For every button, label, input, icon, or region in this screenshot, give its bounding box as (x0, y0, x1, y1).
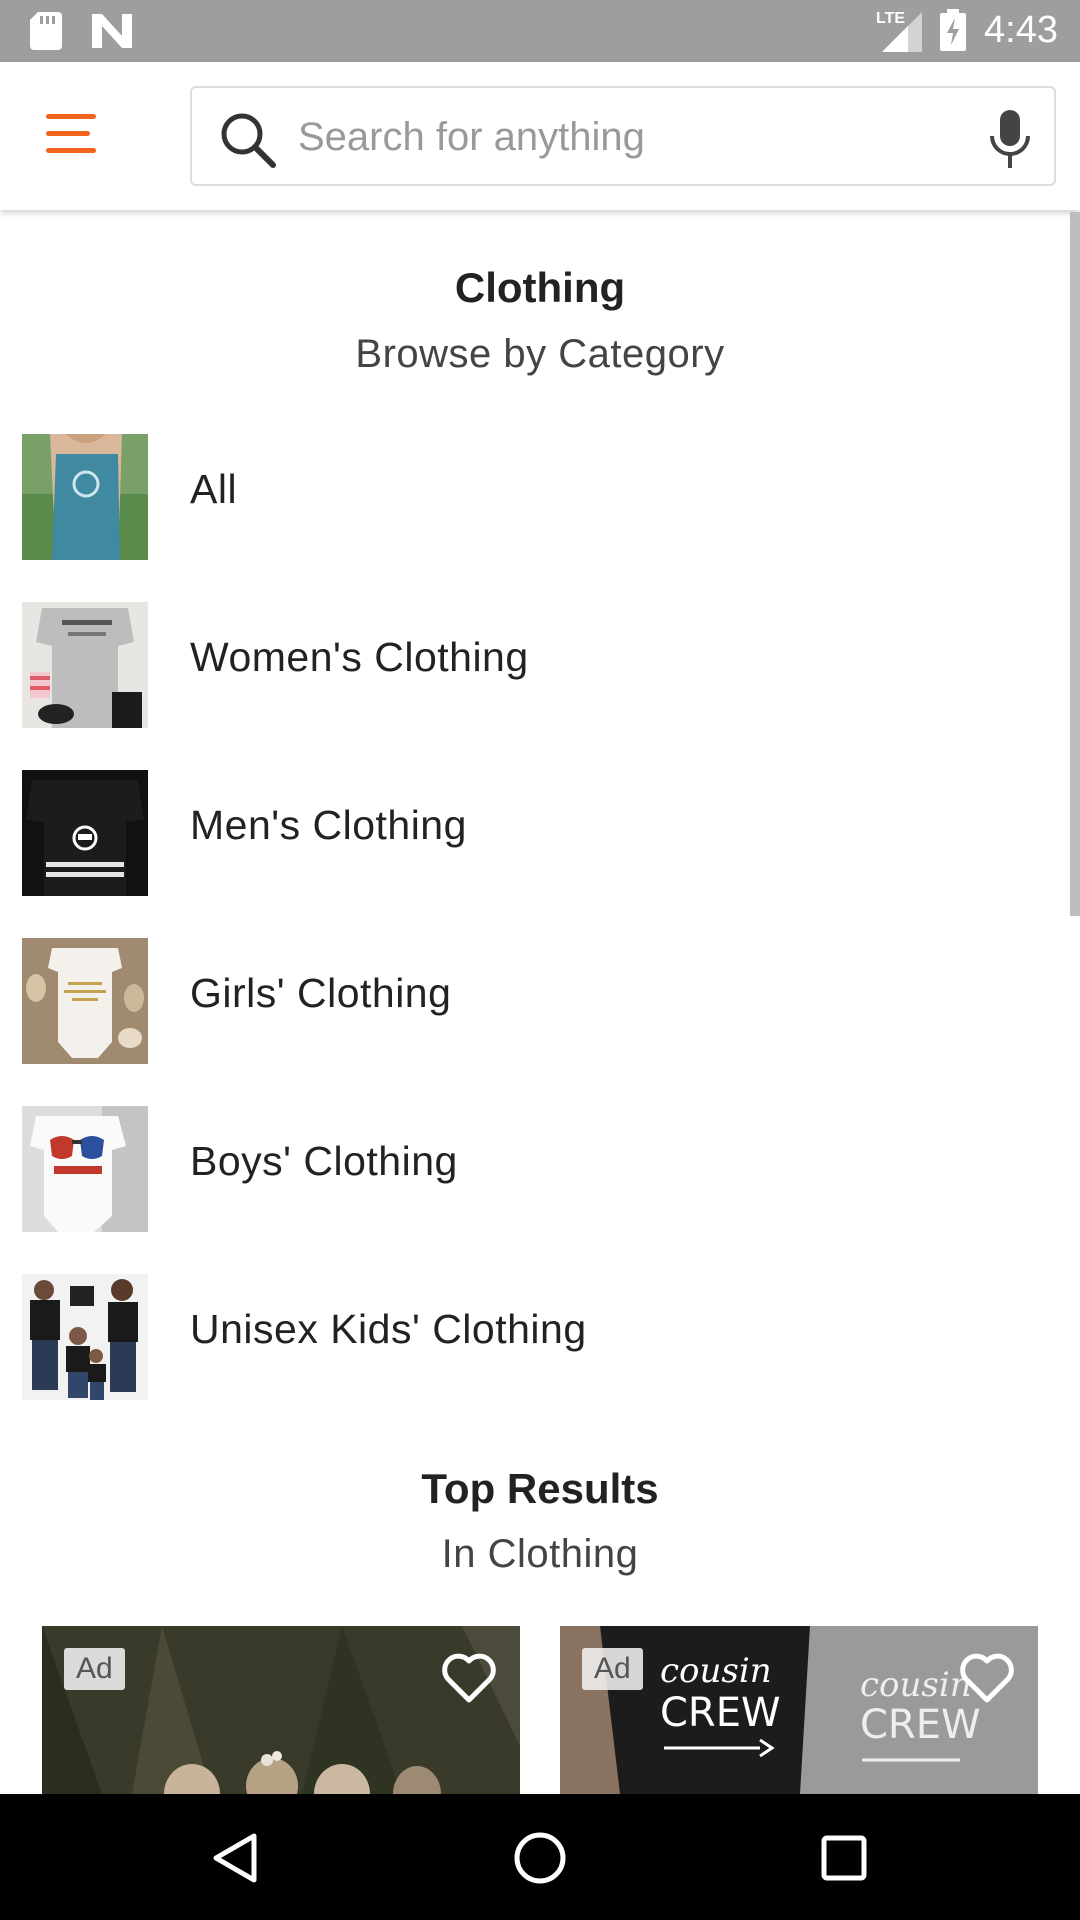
category-thumbnail (22, 1274, 148, 1400)
category-thumbnail (22, 602, 148, 728)
scrollbar[interactable] (1070, 212, 1080, 916)
category-label: Boys' Clothing (190, 1138, 458, 1184)
category-item-unisex-kids-clothing[interactable]: Unisex Kids' Clothing (0, 1264, 1070, 1432)
recents-square-icon[interactable] (814, 1828, 874, 1888)
category-thumbnail (22, 434, 148, 560)
result-card[interactable]: Ad (42, 1626, 520, 1794)
home-circle-icon[interactable] (510, 1828, 570, 1888)
search-input[interactable] (296, 106, 940, 168)
battery-charging-icon (940, 9, 967, 51)
results-section-subtitle: In Clothing (441, 1532, 639, 1576)
category-label: All (190, 466, 238, 512)
svg-text:CREW: CREW (860, 1702, 981, 1748)
navigation-bar (0, 1794, 1080, 1920)
status-time: 4:43 (984, 8, 1058, 51)
category-item-girls-clothing[interactable]: Girls' Clothing (0, 928, 1070, 1096)
app-bar (0, 62, 1080, 210)
category-section-subtitle: Browse by Category (355, 332, 725, 376)
category-item-boys-clothing[interactable]: Boys' Clothing (0, 1096, 1070, 1264)
signal-icon: LTE (876, 8, 923, 52)
category-thumbnail (22, 770, 148, 896)
category-thumbnail (22, 938, 148, 1064)
heart-outline-icon[interactable] (958, 1652, 1016, 1704)
category-label: Men's Clothing (190, 802, 467, 848)
category-label: Women's Clothing (190, 634, 529, 680)
category-item-all[interactable]: All (0, 424, 1070, 592)
microphone-icon[interactable] (988, 110, 1032, 168)
sd-card-icon (30, 12, 62, 50)
back-triangle-icon[interactable] (206, 1828, 266, 1888)
result-card[interactable]: cousin CREW cousin CREW Ad (560, 1626, 1038, 1794)
ad-badge: Ad (582, 1648, 643, 1690)
content-area: Clothing Browse by Category All Women's … (0, 210, 1080, 1794)
category-item-womens-clothing[interactable]: Women's Clothing (0, 592, 1070, 760)
category-label: Girls' Clothing (190, 970, 452, 1016)
search-box[interactable] (190, 86, 1056, 186)
category-label: Unisex Kids' Clothing (190, 1306, 587, 1352)
ad-badge: Ad (64, 1648, 125, 1690)
heart-outline-icon[interactable] (440, 1652, 498, 1704)
svg-text:cousin: cousin (860, 1665, 972, 1705)
category-thumbnail (22, 1106, 148, 1232)
category-item-mens-clothing[interactable]: Men's Clothing (0, 760, 1070, 928)
n-notification-icon (92, 14, 132, 48)
hamburger-menu-icon[interactable] (46, 114, 96, 158)
svg-text:cousin: cousin (660, 1651, 772, 1691)
svg-text:CREW: CREW (660, 1690, 781, 1736)
search-icon[interactable] (218, 110, 278, 170)
results-section-title: Top Results (421, 1465, 659, 1512)
category-section-title: Clothing (454, 264, 626, 311)
status-bar: LTE 4:43 (0, 0, 1080, 62)
